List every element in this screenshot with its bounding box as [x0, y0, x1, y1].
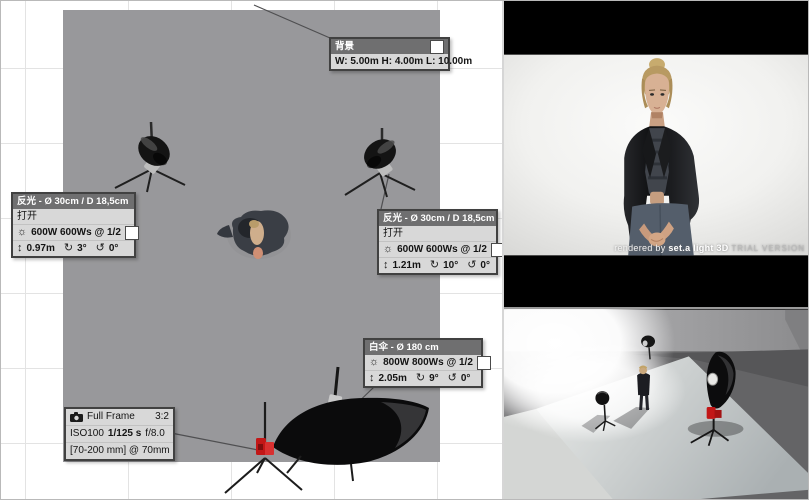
- panel-title: 白伞 - Ø 180 cm: [365, 340, 481, 355]
- light-power-row: ☼ 600W 600Ws @ 1/2: [379, 241, 505, 257]
- camera-lens-row: [70-200 mm] @ 70mm: [66, 442, 173, 459]
- gel-color-swatch[interactable]: [476, 355, 491, 370]
- light-state-label: 打开: [383, 227, 403, 239]
- flash-icon: ☼: [17, 226, 28, 238]
- tilt-value: 10°: [443, 259, 459, 271]
- height-value: 2.05m: [378, 372, 407, 384]
- flash-icon: ☼: [369, 356, 380, 368]
- height-value: 1.21m: [392, 259, 421, 271]
- light-state-label: 打开: [17, 210, 37, 222]
- top-view-canvas[interactable]: 背景 W: 5.00m H: 4.00m L: 10.00m 反光 - Ø 30…: [1, 1, 505, 499]
- aperture-label: f/8.0: [145, 428, 165, 439]
- trial-watermark: rendered by set.a light 3D TRIAL VERSION: [614, 243, 805, 253]
- umbrella-info-panel[interactable]: 白伞 - Ø 180 cm ☼ 800W 800Ws @ 1/2 ↕ 2.05m…: [363, 338, 491, 388]
- perspective-3d-view[interactable]: [436, 253, 808, 499]
- tilt-icon: ↻: [429, 259, 440, 271]
- tilt-icon: ↻: [415, 372, 426, 384]
- shutter-label: 1/125 s: [107, 428, 142, 439]
- tilt-value: 3°: [77, 242, 87, 254]
- background-color-swatch[interactable]: [430, 39, 444, 54]
- camera-lens: [258, 444, 263, 450]
- background-title-label: 背景: [335, 40, 355, 52]
- gel-color-swatch[interactable]: [124, 225, 139, 240]
- height-icon: ↕: [383, 259, 389, 271]
- rotation-value: 0°: [108, 242, 119, 254]
- background-dimensions: W: 5.00m H: 4.00m L: 10.00m: [335, 55, 473, 67]
- light-position-row: ↕ 1.21m ↻ 10° ↺ 0°: [379, 257, 496, 273]
- rotation-value: 0°: [480, 259, 490, 271]
- panel-title: 反光 - Ø 30cm / D 18,5cm: [13, 194, 134, 209]
- lens-label: [70-200 mm] @ 70mm: [70, 445, 170, 456]
- tilt-icon: ↻: [63, 242, 74, 254]
- camera-icon: [70, 412, 83, 422]
- reflector-left-info-panel[interactable]: 反光 - Ø 30cm / D 18,5cm 打开 ☼ 600W 600Ws @…: [11, 192, 139, 258]
- watermark-suffix: TRIAL VERSION: [731, 244, 805, 253]
- watermark-prefix: rendered by: [614, 243, 666, 253]
- reflector-right-info-panel[interactable]: 反光 - Ø 30cm / D 18,5cm 打开 ☼ 600W 600Ws @…: [377, 209, 505, 275]
- reflector-light-left[interactable]: [114, 121, 186, 193]
- watermark-brand: set.a light 3D: [668, 243, 729, 253]
- height-icon: ↕: [17, 242, 23, 254]
- power-label: 800W 800Ws @ 1/2: [383, 356, 473, 368]
- height-value: 0.97m: [26, 242, 55, 254]
- light-position-row: ↕ 0.97m ↻ 3° ↺ 0°: [13, 240, 134, 256]
- light-power-row: ☼ 600W 600Ws @ 1/2: [13, 224, 139, 240]
- light-state-row[interactable]: 打开: [13, 209, 134, 224]
- tilt-value: 9°: [429, 372, 439, 384]
- model-hands: [253, 247, 263, 259]
- flash-icon: ☼: [383, 243, 394, 255]
- sensor-label: Full Frame: [87, 411, 135, 422]
- camera-exposure-row: ISO100 1/125 s f/8.0: [66, 425, 173, 442]
- render-image: [504, 54, 808, 256]
- background-info-panel[interactable]: 背景 W: 5.00m H: 4.00m L: 10.00m: [329, 37, 473, 71]
- light-power-row: ☼ 800W 800Ws @ 1/2: [365, 355, 491, 370]
- rotation-icon: ↺: [447, 372, 457, 384]
- camera-view-preview[interactable]: rendered by set.a light 3D TRIAL VERSION: [504, 54, 808, 256]
- reflector-light-right[interactable]: [344, 128, 416, 198]
- light-position-row: ↕ 2.05m ↻ 9° ↺ 0°: [365, 370, 481, 386]
- power-label: 600W 600Ws @ 1/2: [31, 226, 121, 238]
- model-top-view[interactable]: [217, 210, 291, 259]
- rotation-value: 0°: [460, 372, 471, 384]
- aspect-ratio-label: 3:2: [155, 411, 169, 422]
- light-state-row[interactable]: 打开: [379, 226, 496, 241]
- panel-title: 背景: [331, 39, 448, 54]
- preview-column: rendered by set.a light 3D TRIAL VERSION: [436, 1, 808, 499]
- height-icon: ↕: [369, 372, 375, 384]
- iso-label: ISO100: [70, 428, 104, 439]
- power-label: 600W 600Ws @ 1/2: [397, 243, 487, 255]
- rotation-icon: ↺: [95, 242, 105, 254]
- panel-title: 反光 - Ø 30cm / D 18,5cm: [379, 211, 496, 226]
- camera-sensor-row: Full Frame 3:2: [66, 409, 173, 425]
- app-window: 背景 W: 5.00m H: 4.00m L: 10.00m 反光 - Ø 30…: [0, 0, 809, 500]
- rotation-icon: ↺: [467, 259, 477, 271]
- camera-info-panel[interactable]: Full Frame 3:2 ISO100 1/125 s f/8.0 [70-…: [64, 407, 175, 461]
- perspective-scene: [436, 253, 808, 499]
